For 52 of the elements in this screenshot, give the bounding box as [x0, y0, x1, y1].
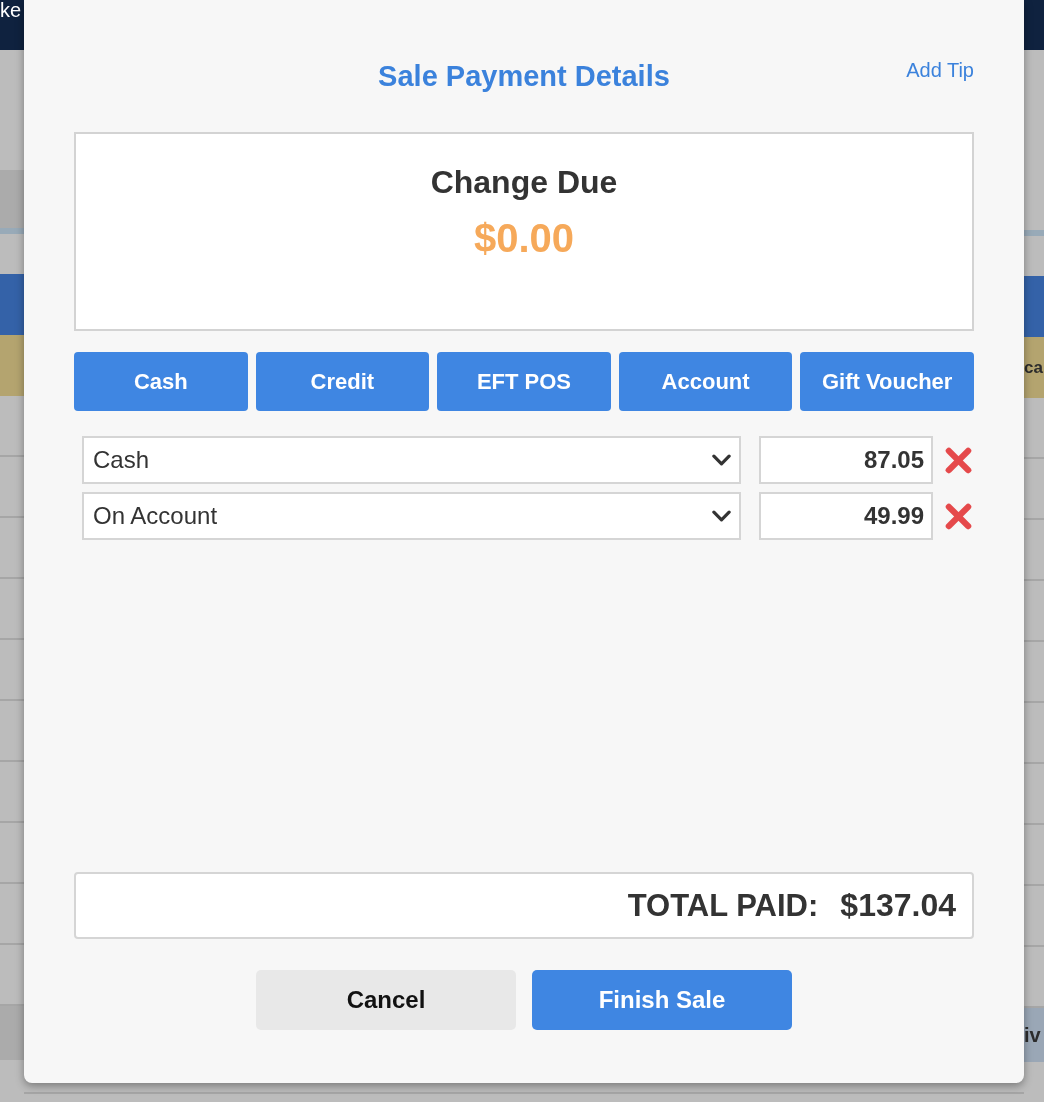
- table-row: [1024, 764, 1044, 825]
- payment-type-button[interactable]: Account: [618, 352, 793, 411]
- table-row: [0, 945, 24, 1006]
- table-row: [1024, 886, 1044, 947]
- total-paid-amount: $137.04: [840, 887, 956, 924]
- table-row: [0, 884, 24, 945]
- remove-icon[interactable]: [945, 502, 972, 530]
- footer-text: iv: [1024, 1025, 1041, 1045]
- finish-sale-button[interactable]: Finish Sale: [532, 970, 792, 1030]
- separator-bar: [1024, 230, 1044, 236]
- payment-type-button[interactable]: EFT POS: [437, 352, 611, 411]
- table-row: [0, 823, 24, 884]
- payment-method-select[interactable]: On Account: [82, 492, 741, 540]
- payment-type-button[interactable]: Credit: [255, 352, 430, 411]
- amount-field[interactable]: 87.05: [759, 436, 933, 484]
- toolbar: [0, 170, 24, 228]
- header-text: ke: [0, 0, 22, 20]
- table-row: [0, 762, 24, 823]
- amount-field[interactable]: 49.99: [759, 492, 933, 540]
- total-paid-label: TOTAL PAID:: [627, 887, 819, 924]
- payment-type-button[interactable]: Gift Voucher: [800, 352, 974, 411]
- table-row: [1024, 947, 1044, 1008]
- table-row: [0, 579, 24, 640]
- table-row: [0, 701, 24, 762]
- change-due-label: Change Due: [430, 163, 618, 202]
- table-row: [1024, 520, 1044, 581]
- change-due-amount: $0.00: [473, 215, 575, 262]
- table-row: [1024, 825, 1044, 886]
- remove-icon[interactable]: [945, 446, 972, 474]
- footer-bar: [0, 1006, 24, 1060]
- table-header-row: [0, 274, 24, 335]
- chevron-down-icon: [712, 510, 731, 522]
- payment-method-select[interactable]: Cash: [82, 436, 741, 484]
- table-row: [0, 396, 24, 457]
- separator-bar: [0, 228, 24, 234]
- highlighted-row: [0, 335, 24, 396]
- chevron-down-icon: [712, 454, 731, 466]
- table-row: [1024, 642, 1044, 703]
- table-header-row: [1024, 276, 1044, 337]
- table-row: [1024, 703, 1044, 764]
- payment-type-button[interactable]: Cash: [74, 352, 248, 411]
- table-row: [0, 457, 24, 518]
- cancel-button[interactable]: Cancel: [256, 970, 516, 1030]
- table-row: [1024, 581, 1044, 642]
- table-row: [1024, 459, 1044, 520]
- add-tip-link[interactable]: Add Tip: [906, 58, 974, 82]
- table-row: [1024, 398, 1044, 459]
- table-row: [0, 518, 24, 579]
- table-row: [0, 640, 24, 701]
- header-bar: [1024, 0, 1044, 50]
- dialog-title: Sale Payment Details: [378, 59, 670, 94]
- row-text: ca: [1024, 357, 1043, 378]
